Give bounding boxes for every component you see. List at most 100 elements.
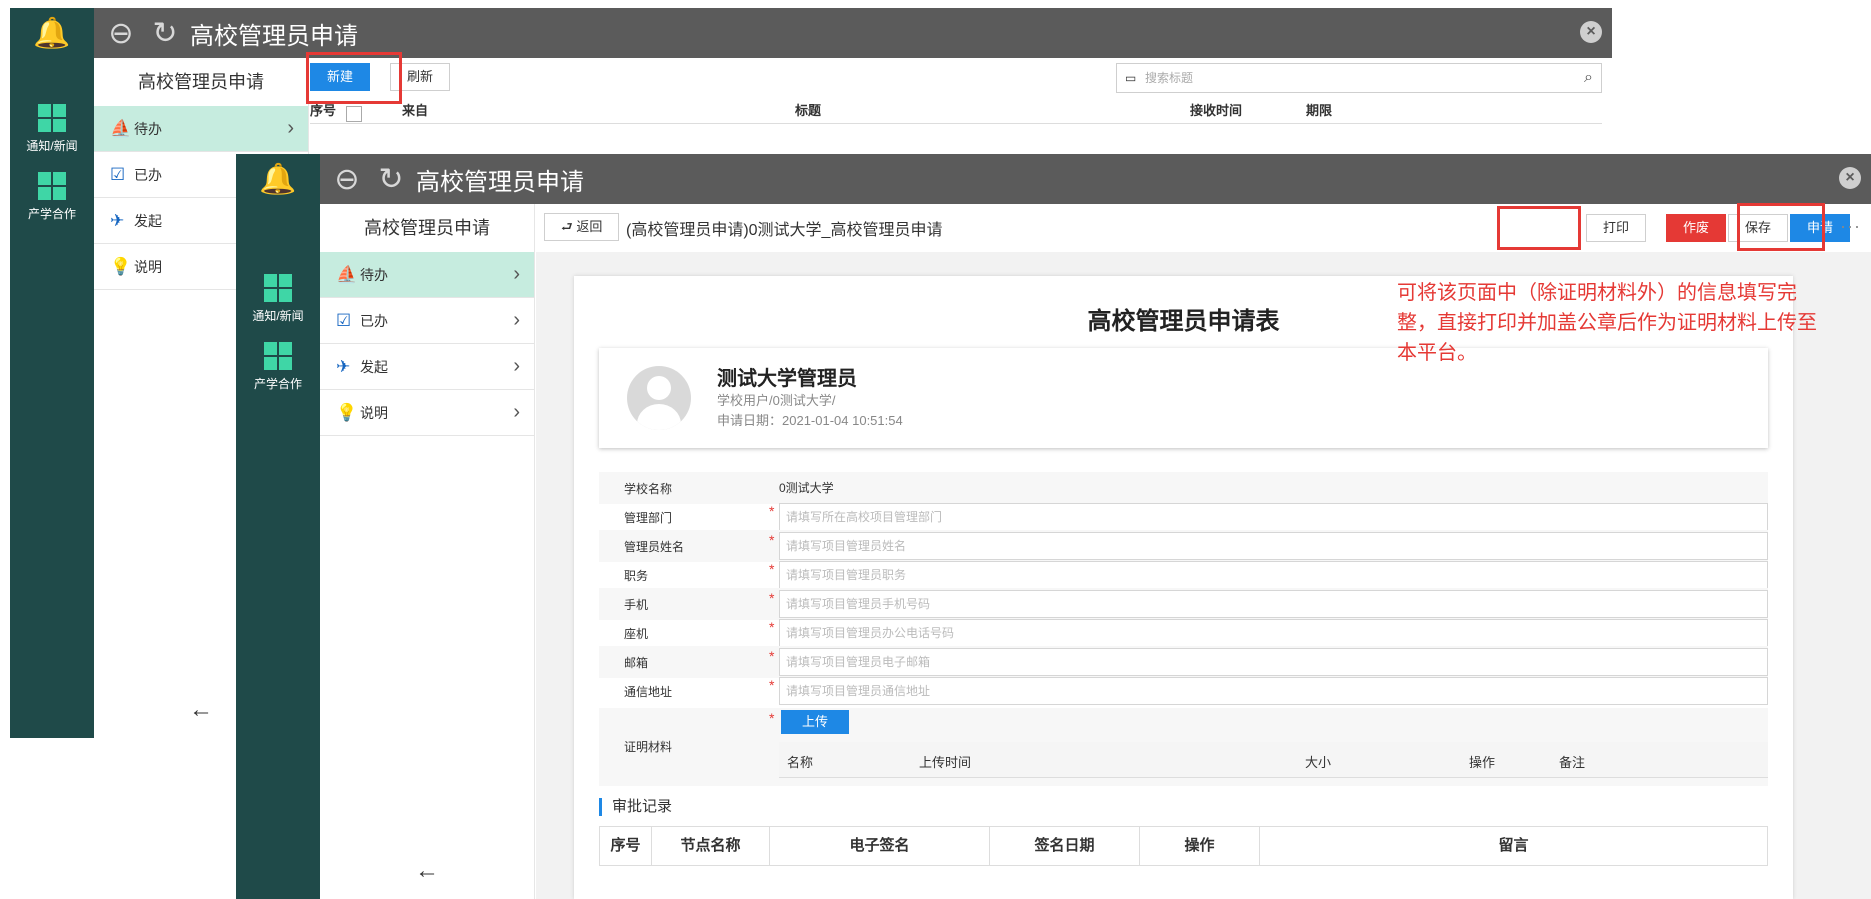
column-header: 签名日期: [990, 827, 1140, 865]
field-label: 座机: [624, 627, 649, 641]
position-input[interactable]: 请填写项目管理员职务: [779, 561, 1768, 589]
lightbulb-icon: 💡: [336, 402, 358, 422]
back-button[interactable]: ⮐ 返回: [544, 213, 620, 241]
column-header: 名称: [787, 755, 814, 770]
print-button[interactable]: 打印: [1586, 214, 1647, 242]
required-mark: *: [769, 503, 775, 519]
column-header: 备注: [1559, 755, 1586, 770]
close-icon[interactable]: ×: [1839, 167, 1861, 189]
email-input[interactable]: 请填写项目管理员电子邮箱: [779, 648, 1768, 676]
applicant-name: 测试大学管理员: [717, 368, 857, 390]
admin-name-input[interactable]: 请填写项目管理员姓名: [779, 532, 1768, 560]
sidebar-item-todo[interactable]: ⛵ 待办 ›: [94, 106, 308, 152]
sidebar-item-label: 已办: [134, 166, 162, 183]
rail-item-news[interactable]: 通知/新闻: [10, 104, 94, 154]
sidebar-item-label: 说明: [360, 404, 388, 421]
lightbulb-icon: 💡: [110, 256, 132, 276]
avatar: [627, 366, 691, 430]
sidebar-item-label: 待办: [360, 266, 388, 283]
applicant-date: 申请日期：2021-01-04 10:51:54: [717, 413, 903, 428]
field-label: 邮箱: [624, 656, 649, 670]
refresh-icon[interactable]: ↻: [374, 162, 408, 197]
column-header: 接收时间: [1190, 103, 1243, 118]
sidebar-item-todo[interactable]: ⛵ 待办 ›: [320, 252, 534, 298]
bell-icon[interactable]: 🔔: [10, 16, 94, 58]
inbox-icon: ⛵: [336, 264, 358, 284]
clipboard-check-icon: ☑: [336, 310, 352, 330]
column-header: 操作: [1140, 827, 1260, 865]
window-title: 高校管理员申请: [416, 168, 584, 196]
required-mark: *: [769, 590, 775, 606]
rail-item-news[interactable]: 通知/新闻: [236, 274, 320, 324]
foreground-window: 🔔 通知/新闻 产学合作 ⊖ ↻ 高校管理员申请 × 高校管理员申请 ⛵ 待办 …: [236, 154, 1871, 899]
left-rail: 🔔 通知/新闻 产学合作: [10, 8, 94, 738]
column-header: 期限: [1306, 103, 1333, 118]
inbox-icon: ⛵: [110, 118, 132, 138]
select-all-checkbox[interactable]: [346, 106, 363, 122]
upload-button[interactable]: 上传: [781, 710, 850, 734]
sidebar-item-start[interactable]: ✈ 发起 ›: [320, 344, 534, 390]
sidebar: 高校管理员申请 ⛵ 待办 › ☑ 已办 › ✈ 发起 › 💡 说明 › ←: [320, 204, 535, 899]
field-row: 职务 * 请填写项目管理员职务: [599, 559, 1768, 591]
field-label: 手机: [624, 598, 649, 612]
sidebar-item-label: 发起: [360, 358, 388, 375]
required-mark: *: [769, 532, 775, 548]
rail-label: 通知/新闻: [252, 309, 304, 323]
sidebar-item-done[interactable]: ☑ 已办 ›: [320, 298, 534, 344]
bell-icon[interactable]: 🔔: [236, 162, 320, 204]
void-button[interactable]: 作废: [1666, 214, 1727, 242]
field-label: 证明材料: [624, 740, 673, 754]
rail-label: 产学合作: [27, 207, 76, 221]
column-header: 留言: [1498, 837, 1529, 854]
department-input[interactable]: 请填写所在高校项目管理部门: [779, 503, 1768, 531]
rail-label: 通知/新闻: [26, 139, 78, 153]
column-header: 大小: [1305, 755, 1332, 770]
back-circle-icon[interactable]: ⊖: [104, 16, 138, 51]
chevron-right-icon: ›: [513, 309, 520, 331]
field-row: 邮箱 * 请填写项目管理员电子邮箱: [599, 646, 1768, 678]
sidebar-item-help[interactable]: 💡 说明 ›: [320, 390, 534, 436]
more-icon[interactable]: ···: [1840, 216, 1861, 237]
address-input[interactable]: 请填写项目管理员通信地址: [779, 677, 1768, 705]
landline-input[interactable]: 请填写项目管理员办公电话号码: [779, 619, 1768, 647]
required-mark: *: [769, 677, 775, 693]
field-label: 学校名称: [624, 482, 673, 496]
search-input[interactable]: ▭ 搜索标题 ⌕: [1116, 63, 1602, 93]
column-header: 上传时间: [919, 755, 972, 770]
windows-icon: [38, 104, 66, 132]
mobile-input[interactable]: 请填写项目管理员手机号码: [779, 590, 1768, 618]
column-header: 电子签名: [770, 827, 990, 865]
return-icon: ⮐: [561, 219, 577, 234]
send-icon: ✈: [336, 356, 351, 376]
field-label: 管理员姓名: [624, 540, 685, 554]
field-label: 管理部门: [624, 511, 673, 525]
approval-section-title: 审批记录: [599, 798, 672, 816]
field-row: 管理员姓名 * 请填写项目管理员姓名: [599, 530, 1768, 562]
collapse-arrow-icon[interactable]: ←: [320, 857, 534, 885]
rail-item-cooperation[interactable]: 产学合作: [10, 172, 94, 222]
applicant-path: 学校用户/0测试大学/: [717, 393, 836, 408]
back-circle-icon[interactable]: ⊖: [330, 162, 364, 197]
refresh-icon[interactable]: ↻: [148, 16, 182, 51]
sidebar-item-label: 发起: [134, 212, 162, 229]
sidebar-item-label: 待办: [134, 120, 162, 137]
proof-table-header: 名称 上传时间 大小 操作 备注: [779, 742, 1768, 778]
annotation-note: 可将该页面中（除证明材料外）的信息填写完整，直接打印并加盖公章后作为证明材料上传…: [1397, 282, 1817, 364]
chevron-right-icon: ›: [513, 263, 520, 285]
highlight-box-print: [1497, 206, 1581, 250]
rail-label: 产学合作: [253, 377, 302, 391]
close-icon[interactable]: ×: [1580, 21, 1602, 43]
field-label: 职务: [624, 569, 649, 583]
sidebar-title: 高校管理员申请: [138, 72, 264, 92]
field-row: 手机 * 请填写项目管理员手机号码: [599, 588, 1768, 620]
required-mark: *: [769, 710, 775, 726]
left-rail: 🔔 通知/新闻 产学合作: [236, 154, 320, 899]
rail-item-cooperation[interactable]: 产学合作: [236, 342, 320, 392]
required-mark: *: [769, 619, 775, 635]
clipboard-check-icon: ☑: [110, 164, 126, 184]
required-mark: *: [769, 561, 775, 577]
search-placeholder: 搜索标题: [1145, 71, 1194, 85]
window-title: 高校管理员申请: [190, 22, 358, 50]
search-icon[interactable]: ⌕: [1584, 64, 1593, 92]
highlight-box-new: [306, 52, 402, 104]
